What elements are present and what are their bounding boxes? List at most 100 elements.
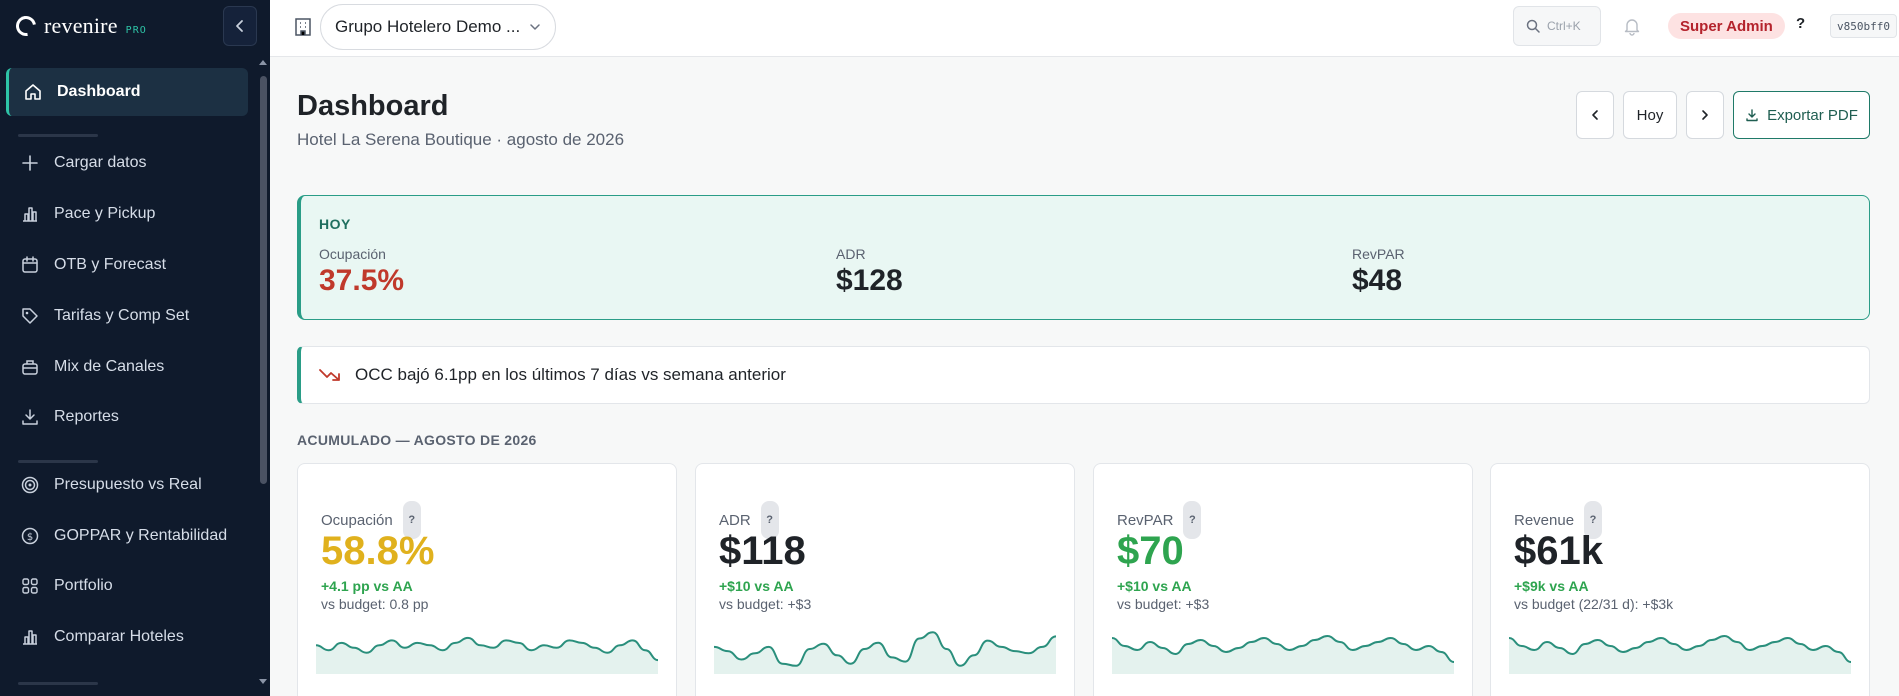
kpi-label-text: Ocupación [321, 511, 393, 529]
metric-value: $48 [1352, 264, 1403, 297]
sidebar-item-tarifas[interactable]: Tarifas y Comp Set [6, 292, 248, 340]
collapse-sidebar-button[interactable] [223, 6, 257, 46]
kpi-card-adr: ADR ? $118 +$10 vs AA vs budget: +$3 [695, 463, 1075, 696]
calendar-icon [20, 255, 40, 275]
kpi-label-text: ADR [719, 511, 751, 529]
svg-text:$: $ [27, 532, 33, 543]
kpi-card-occupancy: Ocupación ? 58.8% +4.1 pp vs AA vs budge… [297, 463, 677, 696]
building-icon [295, 18, 311, 36]
sparkline [316, 636, 658, 674]
kpi-budget: vs budget: +$3 [719, 596, 812, 612]
sidebar-item-label: Cargar datos [54, 154, 147, 171]
brand-tag: PRO [125, 24, 147, 36]
sidebar-item-otb-forecast[interactable]: OTB y Forecast [6, 241, 248, 289]
today-button[interactable]: Hoy [1623, 91, 1677, 139]
next-period-button[interactable] [1686, 91, 1724, 139]
chevron-down-icon [530, 24, 540, 30]
kpi-value: 58.8% [321, 529, 435, 573]
export-pdf-label: Exportar PDF [1767, 106, 1858, 124]
sidebar-item-label: Pace y Pickup [54, 205, 156, 222]
sidebar-item-label: GOPPAR y Rentabilidad [54, 527, 228, 544]
trend-down-icon [319, 369, 340, 381]
scroll-up-icon[interactable] [259, 60, 267, 65]
metric-label: ADR [836, 246, 866, 262]
sparkline [1112, 634, 1454, 674]
sparkline-area [714, 632, 1056, 674]
target-icon [20, 475, 40, 495]
kpi-delta: +$10 vs AA [719, 578, 794, 594]
search-icon [1526, 19, 1540, 33]
prev-period-button[interactable] [1576, 91, 1614, 139]
kpi-delta: +4.1 pp vs AA [321, 578, 413, 594]
role-badge[interactable]: Super Admin [1668, 13, 1785, 39]
page-subtitle: Hotel La Serena Boutique · agosto de 202… [297, 130, 625, 149]
dollar-circle-icon: $ [20, 526, 40, 546]
bell-icon[interactable] [1623, 16, 1641, 36]
search-button[interactable]: Ctrl+K [1513, 6, 1601, 46]
sidebar-item-pace-pickup[interactable]: Pace y Pickup [6, 190, 248, 238]
sidebar-scroll-thumb[interactable] [260, 76, 267, 484]
sidebar-item-label: Comparar Hoteles [54, 628, 184, 645]
section-divider [18, 134, 98, 137]
help-chip[interactable]: ? [1183, 501, 1202, 539]
kpi-card-revenue: Revenue ? $61k +$9k vs AA vs budget (22/… [1490, 463, 1870, 696]
kpi-budget: vs budget (22/31 d): +$3k [1514, 596, 1674, 612]
sidebar-item-cargar-datos[interactable]: Cargar datos [6, 139, 248, 187]
sidebar-item-label: Tarifas y Comp Set [54, 307, 190, 324]
download-icon [1746, 109, 1758, 122]
metric-value: $128 [836, 264, 903, 297]
bar-chart-icon [20, 204, 40, 224]
sidebar-item-dashboard[interactable]: Dashboard [6, 68, 248, 116]
kpi-delta: +$10 vs AA [1117, 578, 1192, 594]
sidebar-item-label: OTB y Forecast [54, 256, 167, 273]
sparkline-area [1112, 636, 1454, 674]
hotel-group-select[interactable]: Grupo Hotelero Demo ... [320, 4, 556, 50]
sidebar-item-label: Dashboard [57, 83, 141, 100]
today-occupancy: Ocupación 37.5% [319, 246, 404, 298]
sidebar-item-label: Reportes [54, 408, 119, 425]
kpi-value: $70 [1117, 529, 1184, 573]
home-icon [23, 82, 43, 102]
export-pdf-button[interactable]: Exportar PDF [1733, 91, 1870, 139]
kpi-value: $118 [719, 529, 806, 573]
alert-text: OCC bajó 6.1pp en los últimos 7 días vs … [355, 365, 786, 384]
today-revpar: RevPAR $48 [1352, 246, 1405, 298]
plus-icon [20, 153, 40, 173]
metric-value: 37.5% [319, 264, 405, 297]
sidebar-item-presupuesto[interactable]: Presupuesto vs Real [6, 461, 248, 509]
help-button[interactable]: ? [1796, 15, 1805, 32]
kpi-delta: +$9k vs AA [1514, 578, 1589, 594]
sidebar-item-portfolio[interactable]: Portfolio [6, 562, 248, 610]
today-panel: HOY Ocupación 37.5% ADR $128 RevPAR $48 [297, 195, 1870, 320]
grid-icon [20, 576, 40, 596]
sparkline [1509, 634, 1851, 674]
version-badge: v850bff0 [1830, 14, 1897, 38]
kpi-label-text: RevPAR [1117, 511, 1174, 529]
sidebar-item-reportes[interactable]: Reportes [6, 393, 248, 441]
topbar: Grupo Hotelero Demo ... Ctrl+K Super Adm… [270, 0, 1899, 57]
sidebar-item-goppar[interactable]: $ GOPPAR y Rentabilidad [6, 512, 248, 560]
bar-chart-icon [20, 627, 40, 647]
today-label: HOY [319, 216, 351, 232]
chevron-left-icon [236, 20, 243, 32]
sparkline [714, 631, 1056, 674]
sparkline-area [1509, 636, 1851, 674]
trend-alert: OCC bajó 6.1pp en los últimos 7 días vs … [297, 346, 1870, 404]
search-shortcut: Ctrl+K [1547, 19, 1581, 33]
section-divider [18, 682, 98, 685]
page-title: Dashboard [297, 90, 449, 122]
scroll-down-icon[interactable] [259, 679, 267, 684]
kpi-budget: vs budget: +$3 [1117, 596, 1210, 612]
chevron-left-icon [1592, 110, 1598, 120]
sparkline-area [316, 637, 658, 674]
today-adr: ADR $128 [836, 246, 903, 298]
brand[interactable]: revenire PRO [12, 12, 147, 40]
section-title: ACUMULADO — AGOSTO DE 2026 [297, 432, 537, 448]
sidebar-item-comparar[interactable]: Comparar Hoteles [6, 613, 248, 661]
sidebar-item-mix-canales[interactable]: Mix de Canales [6, 343, 248, 391]
tag-icon [20, 306, 40, 326]
hotel-group-value: Grupo Hotelero Demo ... [335, 17, 521, 36]
metric-label: Ocupación [319, 246, 386, 262]
metric-label: RevPAR [1352, 246, 1405, 262]
brand-name: revenire [44, 13, 118, 38]
